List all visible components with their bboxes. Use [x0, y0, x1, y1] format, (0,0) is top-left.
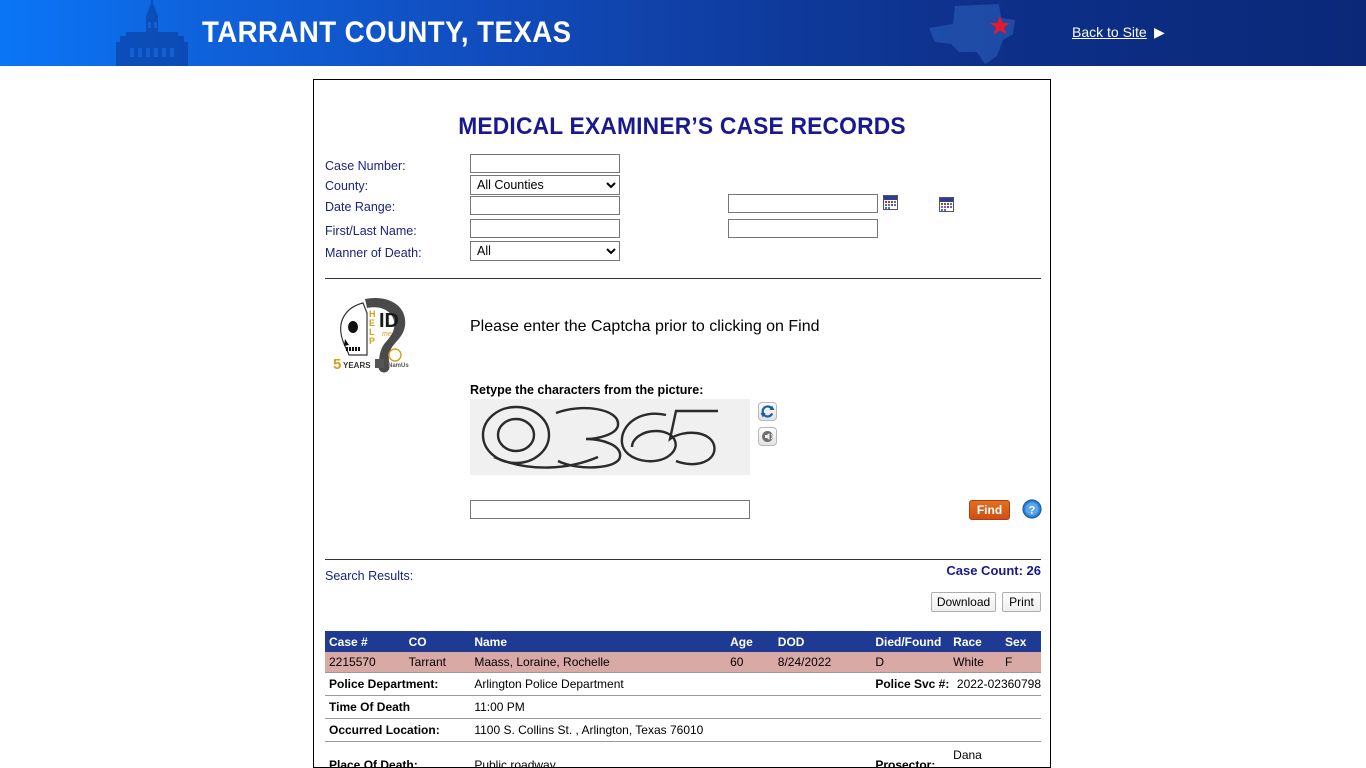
refresh-icon: [760, 405, 775, 418]
col-dod: DOD: [777, 631, 876, 652]
svg-text:me: me: [382, 331, 392, 338]
table-row[interactable]: 2215570 Tarrant Maass, Loraine, Rochelle…: [325, 652, 1041, 673]
detail-value-occurred-location: 1100 S. Collins St. , Arlington, Texas 7…: [474, 718, 1041, 742]
cell-died-found: D: [875, 655, 884, 669]
col-name: Name: [474, 631, 731, 652]
content-panel: MEDICAL EXAMINER’S CASE RECORDS Case Num…: [313, 79, 1051, 768]
print-button[interactable]: Print: [1002, 592, 1041, 612]
col-died-found: Died/Found: [875, 631, 954, 652]
table-header-row: Case # CO Name Age DOD Died/Found Race S…: [325, 631, 1041, 652]
last-name-input[interactable]: [728, 219, 878, 238]
help-id-me-logo: H E L P ID me 5 YEARS NamUs: [333, 297, 409, 373]
svg-text:ID: ID: [379, 310, 399, 332]
captcha-input[interactable]: [470, 500, 750, 519]
col-sex: Sex: [1005, 631, 1041, 652]
svg-text:NamUs: NamUs: [388, 363, 409, 369]
calendar-icon-to[interactable]: [883, 195, 898, 210]
label-date-range: Date Range:: [325, 200, 396, 214]
site-header: TARRANT COUNTY, TEXAS Back to Site ▶: [0, 0, 1366, 66]
label-case-number: Case Number:: [325, 159, 406, 173]
detail-row-time-of-death: Time Of Death 11:00 PM: [325, 695, 1041, 719]
detail-value-time-of-death: 11:00 PM: [474, 695, 1041, 719]
detail-label-police-svc: Police Svc #:: [875, 672, 954, 696]
cell-age: 60: [730, 655, 744, 669]
svg-text:YEARS: YEARS: [343, 361, 371, 370]
date-range-from-input[interactable]: [470, 196, 620, 215]
cell-race: White: [953, 655, 984, 669]
col-case-number: Case #: [325, 631, 409, 652]
detail-label-prosector: Prosector:: [875, 741, 954, 767]
cell-co: Tarrant: [408, 655, 446, 669]
case-number-input[interactable]: [470, 154, 620, 173]
back-to-site-link[interactable]: Back to Site: [1072, 24, 1147, 40]
cell-sex: F: [1005, 655, 1013, 669]
county-select[interactable]: All Counties: [470, 175, 620, 195]
cell-case-number: 2215570: [329, 655, 376, 669]
audio-icon: [762, 431, 773, 442]
detail-value-police-dept: Arlington Police Department: [474, 672, 876, 696]
label-manner-death: Manner of Death:: [325, 246, 422, 260]
captcha-retype-label: Retype the characters from the picture:: [470, 383, 704, 397]
captcha-instruction: Please enter the Captcha prior to clicki…: [470, 318, 820, 335]
captcha-image: [470, 399, 750, 475]
label-name: First/Last Name:: [325, 224, 417, 238]
back-arrow-icon[interactable]: ▶: [1154, 24, 1165, 41]
detail-label-occurred-location: Occurred Location:: [325, 718, 475, 742]
svg-text:P: P: [369, 336, 375, 346]
page-title: MEDICAL EXAMINER’S CASE RECORDS: [458, 113, 906, 140]
detail-label-place-of-death: Place Of Death:: [325, 741, 475, 767]
cell-dod: 8/24/2022: [777, 655, 832, 669]
svg-text:?: ?: [1029, 505, 1036, 517]
captcha-audio-button[interactable]: [758, 427, 777, 446]
col-age: Age: [730, 631, 778, 652]
find-button[interactable]: Find: [969, 500, 1010, 520]
courthouse-logo: [116, 0, 188, 66]
header-title: TARRANT COUNTY, TEXAS: [202, 16, 572, 49]
svg-text:5: 5: [333, 356, 341, 373]
calendar-icon-from[interactable]: [939, 197, 954, 212]
detail-row-police: Police Department: Arlington Police Depa…: [325, 672, 1041, 696]
case-count: Case Count: 26: [946, 563, 1041, 578]
col-co: CO: [408, 631, 475, 652]
detail-row-occurred-location: Occurred Location: 1100 S. Collins St. ,…: [325, 718, 1041, 742]
manner-of-death-select[interactable]: All: [470, 241, 620, 261]
detail-value-place-of-death: Public roadway: [474, 741, 876, 767]
results-table: Case # CO Name Age DOD Died/Found Race S…: [325, 631, 1041, 767]
label-county: County:: [325, 179, 369, 193]
col-race: Race: [953, 631, 1006, 652]
detail-label-time-of-death: Time Of Death: [325, 695, 475, 719]
detail-value-prosector: Dana Hopson,M.D: [953, 741, 1041, 767]
download-button[interactable]: Download: [931, 592, 996, 612]
captcha-refresh-button[interactable]: [758, 402, 777, 421]
form-divider: [325, 278, 1041, 279]
cell-name: Maass, Loraine, Rochelle: [474, 655, 610, 669]
texas-map-icon: [929, 4, 1015, 64]
date-range-to-input[interactable]: [728, 194, 878, 213]
detail-value-police-svc: 2022-02360798: [953, 672, 1041, 696]
detail-label-police-dept: Police Department:: [325, 672, 475, 696]
search-results-label: Search Results:: [325, 569, 414, 583]
help-icon[interactable]: ?: [1022, 499, 1042, 519]
results-divider: [325, 559, 1041, 560]
detail-row-place-of-death: Place Of Death: Public roadway Prosector…: [325, 741, 1041, 767]
first-name-input[interactable]: [470, 219, 620, 238]
